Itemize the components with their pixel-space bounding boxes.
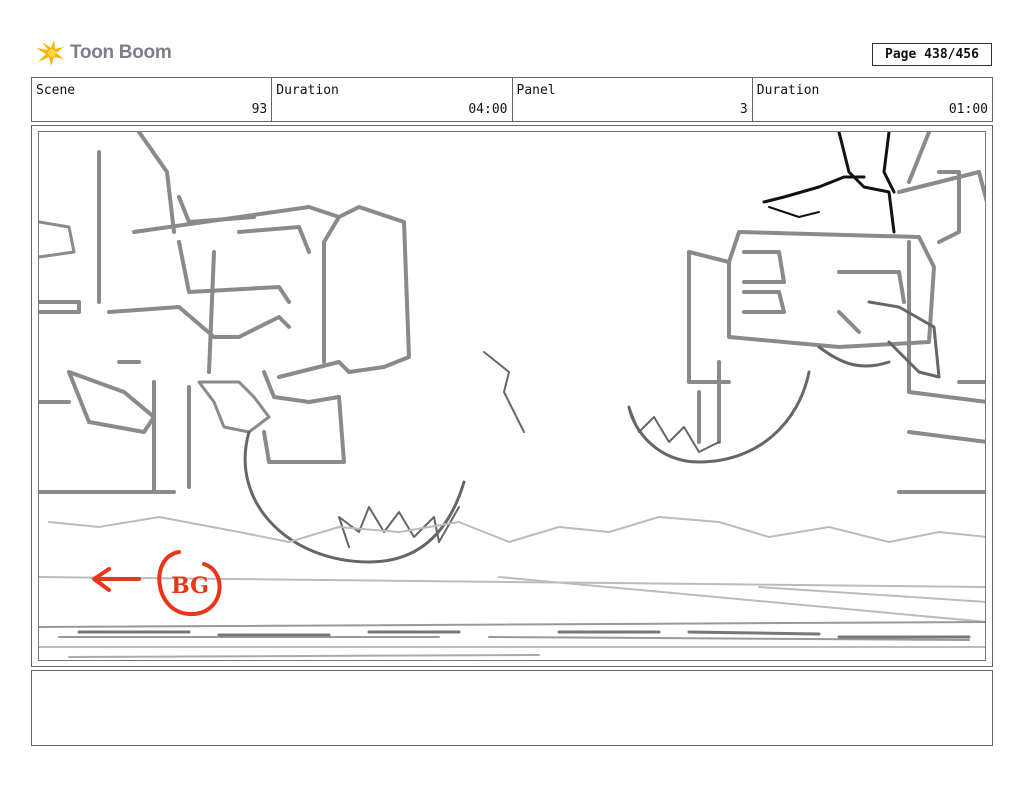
- scene-cell: Scene 93: [32, 78, 273, 121]
- notes-area: [31, 670, 993, 746]
- storyboard-panel: BG: [38, 131, 986, 661]
- scene-value: 93: [251, 102, 268, 117]
- sketch-drawing: BG: [39, 132, 985, 658]
- duration-cell: Duration 04:00: [272, 78, 513, 121]
- duration-label: Duration: [276, 83, 339, 98]
- panel-duration-value: 01:00: [948, 102, 988, 117]
- panel-cell: Panel 3: [513, 78, 753, 121]
- panel-value: 3: [739, 102, 748, 117]
- info-bar: Scene 93 Duration 04:00 Panel 3 Duration…: [31, 77, 993, 122]
- scene-label: Scene: [36, 83, 76, 98]
- storyboard-panel-frame: BG: [31, 125, 993, 667]
- logo-text: Toon Boom: [70, 42, 172, 63]
- duration-value: 04:00: [468, 102, 508, 117]
- page-number: Page 438/456: [872, 43, 992, 66]
- panel-duration-cell: Duration 01:00: [753, 78, 992, 121]
- toon-boom-star-icon: [36, 40, 64, 66]
- panel-label: Panel: [516, 83, 556, 98]
- toon-boom-logo: Toon Boom: [34, 38, 172, 68]
- bg-annotation-text: BG: [171, 573, 209, 599]
- panel-duration-label: Duration: [756, 83, 820, 98]
